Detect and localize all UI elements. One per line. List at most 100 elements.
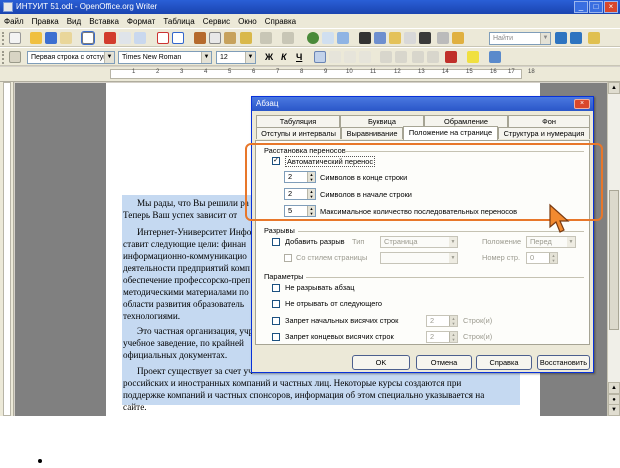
insert-break-checkbox[interactable] bbox=[272, 238, 280, 246]
increase-indent-icon[interactable] bbox=[427, 51, 439, 63]
menu-view[interactable]: Вид bbox=[67, 17, 81, 26]
edit-mode-icon[interactable] bbox=[81, 31, 95, 45]
help-button[interactable]: Справка bbox=[476, 355, 532, 370]
find-options-icon[interactable] bbox=[588, 32, 600, 44]
tab-background[interactable]: Фон bbox=[508, 115, 590, 127]
minimize-button[interactable]: _ bbox=[574, 1, 588, 13]
dropdown-icon[interactable]: ▼ bbox=[567, 237, 575, 247]
widow-control-checkbox[interactable] bbox=[272, 333, 280, 341]
previous-page-icon[interactable]: ▲ bbox=[608, 382, 620, 394]
underline-button[interactable]: Ч bbox=[296, 52, 302, 62]
paragraph-style-select[interactable]: Первая строка с отступ ▼ bbox=[27, 51, 115, 64]
help-icon[interactable] bbox=[452, 32, 464, 44]
export-pdf-icon[interactable] bbox=[104, 32, 116, 44]
font-dropdown-icon[interactable]: ▼ bbox=[201, 52, 211, 63]
spin-arrows-icon[interactable]: ▲ ▼ bbox=[549, 253, 557, 263]
dialog-close-icon[interactable]: × bbox=[574, 99, 590, 109]
numbering-icon[interactable] bbox=[380, 51, 392, 63]
search-input[interactable]: Найти ▼ bbox=[489, 32, 551, 45]
spin-arrows-icon[interactable]: ▲ ▼ bbox=[449, 332, 457, 342]
scroll-up-icon[interactable]: ▲ bbox=[608, 82, 620, 94]
styles-formatting-icon[interactable] bbox=[9, 51, 21, 63]
find-previous-icon[interactable] bbox=[570, 32, 582, 44]
nonprinting-characters-icon[interactable] bbox=[419, 32, 431, 44]
copy-icon[interactable] bbox=[209, 32, 221, 44]
orphan-control-checkbox[interactable] bbox=[272, 317, 280, 325]
paste-icon[interactable] bbox=[224, 32, 236, 44]
save-icon[interactable] bbox=[45, 32, 57, 44]
keep-with-next-checkbox[interactable] bbox=[272, 300, 280, 308]
cut-icon[interactable] bbox=[194, 32, 206, 44]
dropdown-icon[interactable]: ▼ bbox=[449, 253, 457, 263]
tab-alignment[interactable]: Выравнивание bbox=[341, 127, 403, 139]
spellcheck-icon[interactable] bbox=[157, 32, 169, 44]
menu-edit[interactable]: Правка bbox=[32, 17, 59, 26]
menu-insert[interactable]: Вставка bbox=[89, 17, 119, 26]
gallery-icon[interactable] bbox=[389, 32, 401, 44]
align-center-icon[interactable] bbox=[329, 51, 341, 63]
vertical-ruler[interactable] bbox=[0, 82, 14, 416]
reset-button[interactable]: Восстановить bbox=[537, 355, 590, 370]
toolbar-grip[interactable] bbox=[2, 32, 5, 45]
do-not-split-checkbox[interactable] bbox=[272, 284, 280, 292]
zoom-icon[interactable] bbox=[437, 32, 449, 44]
tab-indents-spacing[interactable]: Отступы и интервалы bbox=[256, 127, 341, 139]
menu-file[interactable]: Файл bbox=[4, 17, 24, 26]
tab-text-flow[interactable]: Положение на странице bbox=[403, 126, 498, 140]
break-type-select[interactable]: Страница ▼ bbox=[380, 236, 458, 248]
format-paintbrush-icon[interactable] bbox=[240, 32, 252, 44]
horizontal-ruler[interactable]: 1 2 3 4 5 6 7 8 9 10 11 12 13 14 15 16 1… bbox=[0, 67, 620, 82]
tab-tabs[interactable]: Табуляция bbox=[256, 115, 340, 127]
menu-table[interactable]: Таблица bbox=[163, 17, 194, 26]
menu-format[interactable]: Формат bbox=[127, 17, 155, 26]
ok-button[interactable]: OK bbox=[352, 355, 410, 370]
align-justify-icon[interactable] bbox=[359, 51, 371, 63]
page-number-spin[interactable]: 0 ▲ ▼ bbox=[526, 252, 558, 264]
print-preview-icon[interactable] bbox=[134, 32, 146, 44]
table-icon[interactable] bbox=[322, 32, 334, 44]
autocheck-icon[interactable] bbox=[172, 32, 184, 44]
font-size-select[interactable]: 12 ▼ bbox=[216, 51, 256, 64]
draw-functions-icon[interactable] bbox=[337, 32, 349, 44]
scroll-down-icon[interactable]: ▼ bbox=[608, 404, 620, 416]
menu-help[interactable]: Справка bbox=[265, 17, 296, 26]
decrease-indent-icon[interactable] bbox=[412, 51, 424, 63]
align-right-icon[interactable] bbox=[344, 51, 356, 63]
style-dropdown-icon[interactable]: ▼ bbox=[104, 52, 114, 63]
scroll-thumb[interactable] bbox=[609, 190, 619, 330]
menu-tools[interactable]: Сервис bbox=[203, 17, 230, 26]
menu-window[interactable]: Окно bbox=[238, 17, 257, 26]
undo-icon[interactable] bbox=[260, 32, 272, 44]
background-color-icon[interactable] bbox=[489, 51, 501, 63]
with-page-style-checkbox[interactable] bbox=[284, 254, 292, 262]
data-sources-icon[interactable] bbox=[404, 32, 416, 44]
close-button[interactable]: × bbox=[604, 1, 618, 13]
size-dropdown-icon[interactable]: ▼ bbox=[245, 52, 255, 63]
align-left-icon[interactable] bbox=[314, 51, 326, 63]
new-document-icon[interactable] bbox=[9, 32, 21, 44]
spin-arrows-icon[interactable]: ▲ ▼ bbox=[449, 316, 457, 326]
find-replace-icon[interactable] bbox=[359, 32, 371, 44]
page-style-select[interactable]: ▼ bbox=[380, 252, 458, 264]
maximize-button[interactable]: □ bbox=[589, 1, 603, 13]
redo-icon[interactable] bbox=[282, 32, 294, 44]
vertical-scrollbar[interactable]: ▲ ▲ ● ▼ bbox=[607, 82, 620, 416]
navigator-icon[interactable] bbox=[374, 32, 386, 44]
font-name-select[interactable]: Times New Roman ▼ bbox=[118, 51, 212, 64]
font-color-icon[interactable] bbox=[445, 51, 457, 63]
hyperlink-icon[interactable] bbox=[307, 32, 319, 44]
print-icon[interactable] bbox=[119, 32, 131, 44]
tab-outline-numbering[interactable]: Структура и нумерация bbox=[498, 127, 590, 139]
email-icon[interactable] bbox=[60, 32, 72, 44]
break-position-select[interactable]: Перед ▼ bbox=[526, 236, 576, 248]
highlighting-icon[interactable] bbox=[467, 51, 479, 63]
open-folder-icon[interactable] bbox=[30, 32, 42, 44]
dropdown-icon[interactable]: ▼ bbox=[449, 237, 457, 247]
bold-button[interactable]: Ж bbox=[265, 52, 273, 62]
toolbar-grip[interactable] bbox=[2, 51, 5, 64]
find-next-icon[interactable] bbox=[555, 32, 567, 44]
italic-button[interactable]: К bbox=[281, 52, 287, 62]
orphan-lines-spin[interactable]: 2 ▲ ▼ bbox=[426, 315, 458, 327]
bullets-icon[interactable] bbox=[395, 51, 407, 63]
widow-lines-spin[interactable]: 2 ▲ ▼ bbox=[426, 331, 458, 343]
